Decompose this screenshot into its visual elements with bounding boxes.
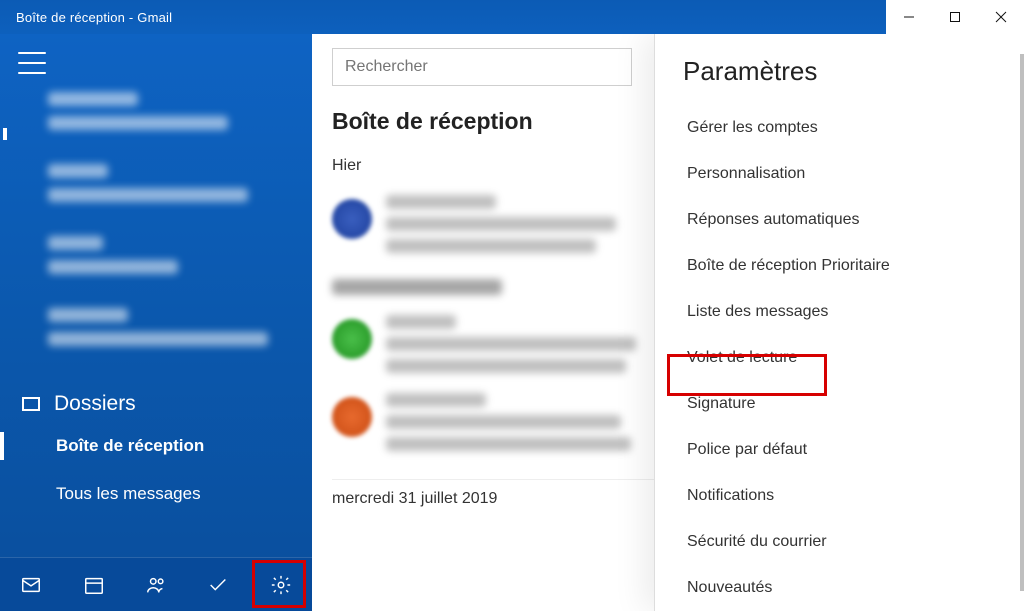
settings-item-whats-new[interactable]: Nouveautés (683, 565, 1000, 611)
window-title: Boîte de réception - Gmail (16, 10, 172, 25)
calendar-icon[interactable] (70, 561, 118, 609)
maximize-button[interactable] (932, 0, 978, 34)
settings-item-label: Nouveautés (687, 579, 772, 596)
main-area: Dossiers Boîte de réception Tous les mes… (0, 34, 1024, 611)
settings-item-auto-replies[interactable]: Réponses automatiques (683, 197, 1000, 243)
settings-item-label: Notifications (687, 487, 774, 504)
settings-item-personalization[interactable]: Personnalisation (683, 151, 1000, 197)
scrollbar[interactable] (1020, 54, 1024, 591)
settings-item-notifications[interactable]: Notifications (683, 473, 1000, 519)
settings-item-label: Volet de lecture (687, 349, 797, 366)
account-item[interactable] (48, 164, 290, 202)
settings-item-label: Gérer les comptes (687, 119, 818, 136)
folder-all-messages[interactable]: Tous les messages (0, 470, 312, 518)
settings-item-label: Police par défaut (687, 441, 807, 458)
settings-item-label: Réponses automatiques (687, 211, 860, 228)
settings-item-default-font[interactable]: Police par défaut (683, 427, 1000, 473)
settings-item-signature[interactable]: Signature (683, 381, 1000, 427)
folders-section: Dossiers Boîte de réception Tous les mes… (0, 386, 312, 518)
accounts-list (0, 82, 312, 346)
sidebar: Dossiers Boîte de réception Tous les mes… (0, 34, 312, 611)
settings-panel: Paramètres Gérer les comptes Personnalis… (654, 34, 1024, 611)
folders-header[interactable]: Dossiers (0, 386, 312, 422)
settings-item-label: Liste des messages (687, 303, 828, 320)
settings-item-accounts[interactable]: Gérer les comptes (683, 105, 1000, 151)
close-button[interactable] (978, 0, 1024, 34)
folder-label: Tous les messages (56, 484, 201, 503)
people-icon[interactable] (132, 561, 180, 609)
account-item[interactable] (48, 236, 290, 274)
settings-list: Gérer les comptes Personnalisation Répon… (683, 105, 1000, 611)
app-window: Boîte de réception - Gmail (0, 0, 1024, 611)
message-preview (386, 195, 616, 253)
sidebar-indicator (3, 128, 7, 140)
avatar (332, 199, 372, 239)
hamburger-button[interactable] (18, 52, 46, 74)
folder-inbox[interactable]: Boîte de réception (0, 422, 312, 470)
window-controls (886, 0, 1024, 34)
settings-item-label: Boîte de réception Prioritaire (687, 257, 890, 274)
settings-item-mail-security[interactable]: Sécurité du courrier (683, 519, 1000, 565)
search-input[interactable] (332, 48, 632, 86)
todo-icon[interactable] (194, 561, 242, 609)
message-preview (386, 315, 636, 373)
titlebar: Boîte de réception - Gmail (0, 0, 1024, 34)
message-preview (386, 393, 631, 451)
settings-item-label: Signature (687, 395, 756, 412)
minimize-button[interactable] (886, 0, 932, 34)
mail-icon[interactable] (7, 561, 55, 609)
avatar (332, 319, 372, 359)
folders-header-label: Dossiers (54, 392, 136, 416)
settings-item-label: Personnalisation (687, 165, 805, 182)
folder-icon (22, 397, 40, 411)
settings-item-focused-inbox[interactable]: Boîte de réception Prioritaire (683, 243, 1000, 289)
settings-item-reading-pane[interactable]: Volet de lecture (683, 335, 1000, 381)
hamburger-container (0, 34, 312, 82)
account-item[interactable] (48, 92, 290, 130)
account-item[interactable] (48, 308, 290, 346)
sidebar-bottom-bar (0, 557, 312, 611)
settings-item-label: Sécurité du courrier (687, 533, 827, 550)
settings-icon[interactable] (257, 561, 305, 609)
settings-item-message-list[interactable]: Liste des messages (683, 289, 1000, 335)
avatar (332, 397, 372, 437)
settings-title: Paramètres (683, 56, 1000, 87)
folder-label: Boîte de réception (56, 436, 204, 455)
